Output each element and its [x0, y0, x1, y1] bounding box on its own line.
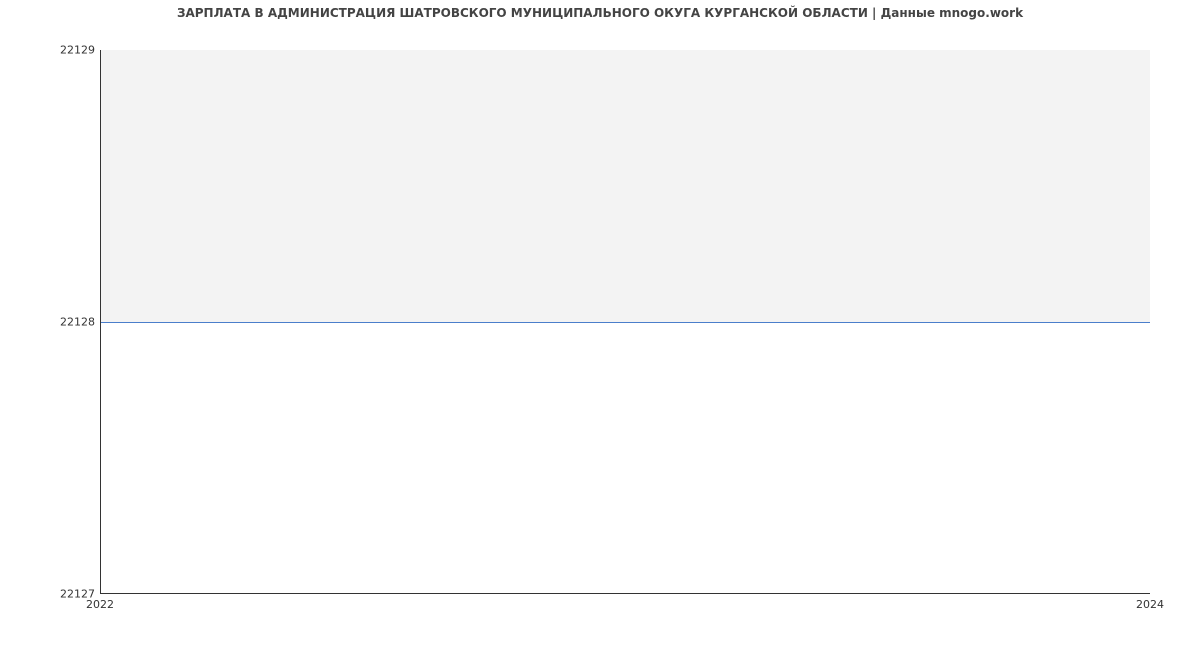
chart-container: ЗАРПЛАТА В АДМИНИСТРАЦИЯ ШАТРОВСКОГО МУН… — [0, 0, 1200, 650]
x-tick-label: 2022 — [86, 598, 114, 611]
y-tick-label: 22127 — [5, 588, 95, 601]
data-line — [101, 322, 1150, 323]
y-tick-label: 22129 — [5, 44, 95, 57]
y-tick-label: 22128 — [5, 316, 95, 329]
chart-title: ЗАРПЛАТА В АДМИНИСТРАЦИЯ ШАТРОВСКОГО МУН… — [0, 6, 1200, 20]
x-tick-label: 2024 — [1136, 598, 1164, 611]
plot-area — [100, 50, 1150, 594]
shaded-region — [101, 50, 1150, 322]
